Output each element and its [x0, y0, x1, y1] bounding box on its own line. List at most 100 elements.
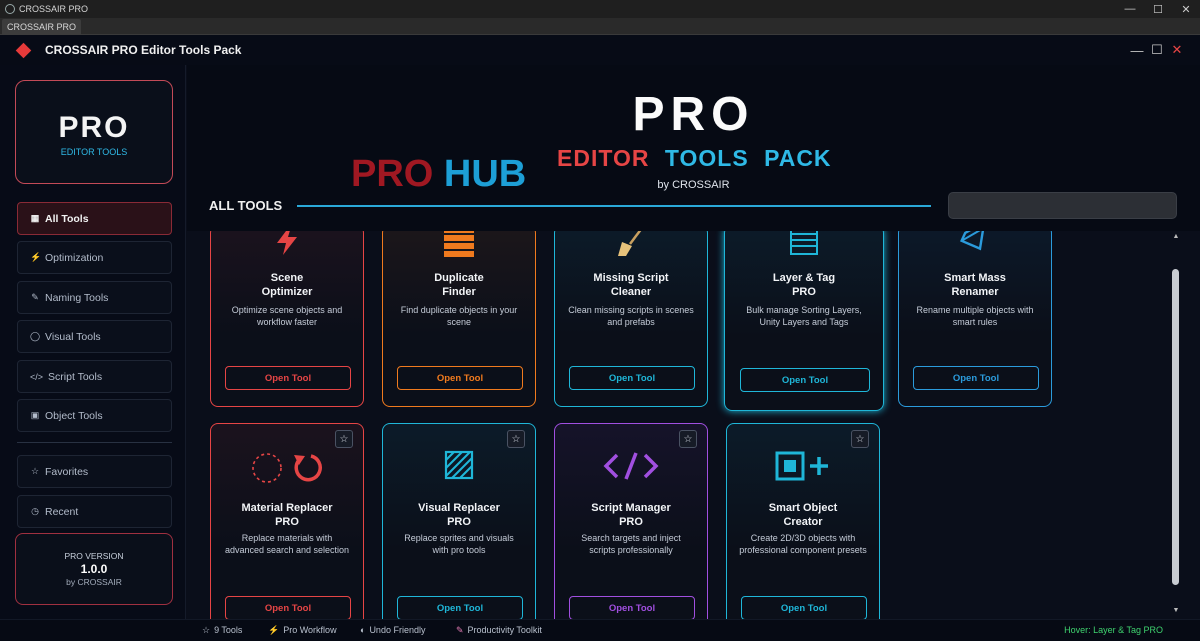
grid-icon: ▦ — [30, 213, 40, 223]
sidebar-item-favorites[interactable]: ☆ Favorites — [17, 455, 172, 488]
os-maximize-button[interactable]: ☐ — [1143, 0, 1173, 18]
sidebar-item-script-tools[interactable]: </> Script Tools — [17, 360, 172, 393]
version-author: by CROSSAIR — [66, 577, 122, 587]
tool-description: Search targets and inject scripts profes… — [581, 533, 681, 555]
tool-title-line1: Duplicate — [434, 272, 484, 284]
tool-title-line2: PRO — [275, 515, 299, 528]
open-tool-button[interactable]: Open Tool — [397, 366, 523, 390]
close-button[interactable]: ✕ — [1167, 35, 1187, 65]
open-tool-button[interactable]: Open Tool — [913, 366, 1039, 390]
tool-title-line1: Smart Mass — [944, 272, 1006, 284]
tool-card[interactable]: Missing Script Cleaner Clean missing scrip… — [554, 231, 708, 407]
add-object-icon — [727, 450, 879, 482]
status-tools: ☆ 9 Tools — [202, 625, 243, 635]
os-titlebar: CROSSAIR PRO — [0, 0, 1200, 18]
tool-title-line1: Material Replacer — [241, 502, 333, 514]
tool-card[interactable]: Layer & Tag PRO Bulk manage Sorting Layers… — [724, 231, 884, 411]
sidebar-item-label: Favorites — [45, 465, 89, 478]
scroll-up-icon[interactable]: ▲ — [1170, 231, 1182, 243]
sidebar: PRO EDITOR TOOLS PRO VERSION 1.0.0 by CR… — [0, 65, 186, 619]
version-number: 1.0.0 — [80, 562, 108, 576]
sidebar-item-object-tools[interactable]: ▣ Object Tools — [17, 399, 172, 432]
status-undo: ◐ Undo Friendly — [360, 625, 426, 635]
sidebar-item-visual-tools[interactable]: ◯ Visual Tools — [17, 320, 172, 353]
tool-title-line1: Scene — [270, 272, 304, 284]
open-tool-button[interactable]: Open Tool — [569, 596, 695, 619]
app-header: CROSSAIR PRO Editor Tools Pack — [0, 35, 1200, 65]
tool-title-line1: Layer & Tag — [772, 272, 836, 284]
tab-bar: CROSSAIR PRO — [0, 18, 1200, 35]
lightning-icon — [211, 231, 363, 256]
tool-card[interactable]: ☆ Material Replacer PRO Replace materials w… — [210, 423, 364, 619]
code-icon: </> — [30, 371, 44, 382]
tool-card[interactable]: ☆ Script Manager PRO Search targets and inj… — [554, 423, 708, 619]
tool-card[interactable]: Scene Optimizer Optimize scene objects and… — [210, 231, 364, 407]
open-tool-button[interactable]: Open Tool — [225, 366, 351, 390]
sidebar-item-label: Script Tools — [48, 370, 103, 383]
tool-title-line1: Missing Script — [593, 272, 669, 284]
tool-title-line2: Cleaner — [610, 285, 652, 298]
hero-by: by CROSSAIR — [657, 179, 730, 191]
brand-card: PRO EDITOR TOOLS — [15, 80, 173, 184]
tool-card[interactable]: ☆ Smart Object Creator Create 2D/3D objects… — [726, 423, 880, 619]
tool-title-line1: Visual Replacer — [418, 502, 500, 514]
sidebar-item-all-tools[interactable]: ▦ All Tools — [17, 202, 172, 235]
hub-logo: PRO HUB — [351, 153, 526, 196]
tab-crossair[interactable]: CROSSAIR PRO — [2, 19, 82, 35]
shield-icon: ◐ — [360, 625, 366, 635]
section-rule — [297, 205, 931, 207]
tool-card[interactable]: Duplicate Finder Find duplicate objects in… — [382, 231, 536, 407]
scrollbar[interactable]: ▲ ▼ — [1170, 231, 1182, 619]
open-tool-button[interactable]: Open Tool — [741, 596, 867, 619]
wand-icon: ✎ — [456, 625, 464, 635]
tool-title: Visual Replacer PRO — [383, 502, 535, 529]
tool-title: Material Replacer PRO — [211, 502, 363, 529]
lightning-icon: ⚡ — [268, 625, 280, 635]
tool-title: Script Manager PRO — [555, 502, 707, 529]
scrollbar-thumb[interactable] — [1172, 269, 1179, 585]
hero-tools: TOOLS — [664, 145, 749, 171]
open-tool-button[interactable]: Open Tool — [569, 366, 695, 390]
sidebar-item-label: All Tools — [45, 212, 89, 225]
open-tool-button[interactable]: Open Tool — [397, 596, 523, 619]
sidebar-item-naming-tools[interactable]: ✎ Naming Tools — [17, 281, 172, 314]
version-label: PRO VERSION — [64, 551, 124, 561]
sidebar-item-label: Object Tools — [45, 409, 103, 422]
minimize-button[interactable]: — — [1127, 35, 1147, 65]
version-card: PRO VERSION 1.0.0 by CROSSAIR — [15, 533, 173, 605]
tool-description: Optimize scene objects and workflow fast… — [231, 305, 343, 327]
clock-icon: ◷ — [31, 506, 39, 516]
favorite-star-icon[interactable]: ☆ — [679, 430, 697, 448]
tool-card[interactable]: Smart Mass Renamer Rename multiple objects… — [898, 231, 1052, 407]
favorite-star-icon[interactable]: ☆ — [507, 430, 525, 448]
sidebar-item-recent[interactable]: ◷ Recent — [17, 495, 172, 528]
open-tool-button[interactable]: Open Tool — [740, 368, 870, 392]
tool-description: Create 2D/3D objects with professional c… — [739, 533, 867, 555]
maximize-button[interactable]: ☐ — [1147, 35, 1167, 65]
tool-title-line2: PRO — [619, 515, 643, 528]
hero-pack: PACK — [764, 145, 832, 171]
tool-card[interactable]: ☆ Visual Replacer PRO Replace sprites and v… — [382, 423, 536, 619]
tool-title-line2: Optimizer — [261, 285, 313, 298]
replace-circle-icon — [211, 450, 363, 486]
diamond-logo-icon — [15, 42, 32, 58]
search-input[interactable] — [948, 192, 1177, 219]
favorite-star-icon[interactable]: ☆ — [851, 430, 869, 448]
tool-title: Layer & Tag PRO — [725, 272, 883, 299]
open-tool-button[interactable]: Open Tool — [225, 596, 351, 619]
favorite-star-icon[interactable]: ☆ — [335, 430, 353, 448]
scroll-down-icon[interactable]: ▼ — [1170, 605, 1182, 617]
os-minimize-button[interactable]: — — [1115, 0, 1145, 18]
tool-title-line2: Renamer — [951, 285, 999, 298]
tool-title-line2: PRO — [792, 285, 816, 298]
hatched-square-icon — [383, 450, 535, 480]
hover-info: Hover: Layer & Tag PRO — [1064, 625, 1163, 635]
tool-title-line1: Script Manager — [591, 502, 671, 514]
tool-description: Clean missing scripts in scenes and pref… — [568, 305, 694, 327]
tool-description: Replace sprites and visuals with pro too… — [404, 533, 514, 555]
hero-banner: PRO EDITOR TOOLS PACK by CROSSAIR PRO HU… — [187, 65, 1200, 231]
tool-title-line2: Finder — [442, 285, 476, 298]
sidebar-item-optimization[interactable]: ⚡ Optimization — [17, 241, 172, 274]
gem-icon — [899, 231, 1051, 254]
os-close-button[interactable]: ✕ — [1171, 0, 1200, 18]
